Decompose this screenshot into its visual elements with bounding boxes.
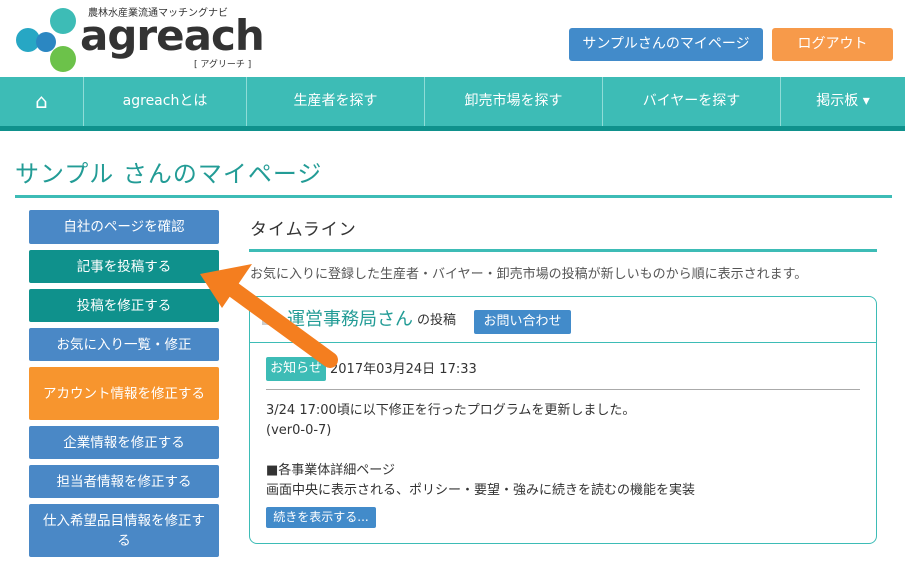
side-menu-edit-purchase-items[interactable]: 仕入希望品目情報を修正する (29, 504, 219, 557)
contact-button[interactable]: お問い合わせ (474, 310, 571, 334)
timeline-post-card: 運営事務局さん の投稿 お問い合わせ お知らせ 2017年03月24日 17:3… (249, 296, 877, 544)
timeline-description: お気に入りに登録した生産者・バイヤー・卸売市場の投稿が新しいものから順に表示され… (250, 267, 808, 282)
poster-name[interactable]: 運営事務局さん (287, 307, 413, 333)
side-menu-view-company-page[interactable]: 自社のページを確認 (29, 210, 219, 244)
nav-item-buyers[interactable]: バイヤーを探す (603, 77, 781, 126)
post-separator (266, 389, 860, 390)
side-menu-favorites[interactable]: お気に入り一覧・修正 (29, 328, 219, 361)
nav-item-producers[interactable]: 生産者を探す (247, 77, 425, 126)
poster-suffix: の投稿 (417, 313, 457, 328)
post-body-line: ■各事業体詳細ページ (266, 463, 396, 478)
nav-home-icon[interactable]: ⌂ (0, 77, 84, 126)
nav-item-markets[interactable]: 卸売市場を探す (425, 77, 603, 126)
post-body-line: (ver0-0-7) (266, 423, 332, 438)
nav-item-board[interactable]: 掲示板 ▾ (781, 77, 905, 126)
page-title: サンプル さんのマイページ (15, 160, 323, 188)
side-menu-edit-contact-person[interactable]: 担当者情報を修正する (29, 465, 219, 498)
post-date: 2017年03月24日 17:33 (330, 362, 477, 377)
nav-underline (0, 126, 905, 131)
title-divider (15, 195, 892, 198)
notice-badge: お知らせ (266, 357, 326, 381)
card-header-divider (250, 342, 876, 343)
main-nav: ⌂ agreachとは 生産者を探す 卸売市場を探す バイヤーを探す 掲示板 ▾ (0, 77, 905, 126)
logo-subtitle: [ アグリーチ ] (194, 60, 252, 70)
logo-text: agreach (80, 11, 265, 60)
timeline-divider (249, 249, 877, 252)
post-body-line: 3/24 17:00頃に以下修正を行ったプログラムを更新しました。 (266, 403, 636, 418)
side-menu-edit-post[interactable]: 投稿を修正する (29, 289, 219, 322)
post-body: 3/24 17:00頃に以下修正を行ったプログラムを更新しました。 (ver0-… (266, 401, 695, 501)
logo-mark-icon (14, 6, 84, 72)
mypage-button[interactable]: サンプルさんのマイページ (569, 28, 763, 61)
post-body-line (266, 441, 695, 461)
side-menu-post-article[interactable]: 記事を投稿する (29, 250, 219, 283)
agreach-logo[interactable]: 農林水産業流通マッチングナビ agreach [ アグリーチ ] (14, 6, 265, 72)
timeline-title: タイムライン (250, 220, 357, 240)
logout-button[interactable]: ログアウト (772, 28, 893, 61)
nav-item-about[interactable]: agreachとは (84, 77, 247, 126)
post-body-line: 画面中央に表示される、ポリシー・要望・強みに続きを読むの機能を実装 (266, 483, 696, 498)
show-more-button[interactable]: 続きを表示する... (266, 507, 376, 528)
site-header: 農林水産業流通マッチングナビ agreach [ アグリーチ ] サンプルさんの… (0, 0, 905, 77)
side-menu-edit-company[interactable]: 企業情報を修正する (29, 426, 219, 459)
side-menu-edit-account[interactable]: アカウント情報を修正する (29, 367, 219, 420)
poster-icon (262, 309, 274, 325)
